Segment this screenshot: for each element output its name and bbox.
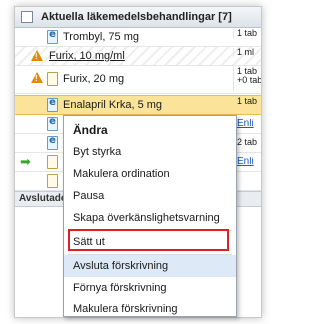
panel-title: Aktuella läkemedelsbehandlingar [7]: [41, 11, 232, 23]
medication-name: Enalapril Krka, 5 mg: [63, 99, 163, 111]
menu-item-andra[interactable]: Ändra: [64, 119, 236, 141]
context-menu: Ändra Byt styrka Makulera ordination Pau…: [63, 115, 237, 317]
medication-row-selected[interactable]: Enalapril Krka, 5 mg 1 tab: [15, 95, 261, 115]
document-icon: [47, 72, 58, 86]
document-icon: [47, 174, 58, 188]
e-prescription-icon: [47, 29, 58, 44]
medication-dose: 1 tab: [233, 97, 261, 106]
menu-item-makulera-ordination[interactable]: Makulera ordination: [64, 163, 236, 185]
menu-item-avsluta-forskrivning[interactable]: Avsluta förskrivning: [64, 255, 236, 277]
medication-name: Trombyl, 75 mg: [63, 31, 140, 43]
medication-dose: 1 ml: [233, 48, 261, 57]
menu-item-byt-styrka[interactable]: Byt styrka: [64, 141, 236, 163]
e-prescription-icon: [47, 97, 58, 112]
menu-item-pausa[interactable]: Pausa: [64, 185, 236, 207]
medication-dose: 1 tab: [233, 29, 261, 38]
warning-icon: [31, 72, 43, 83]
highlight-box: [68, 229, 229, 251]
medication-row[interactable]: Furix, 10 mg/ml 1 ml: [15, 47, 261, 66]
medication-row[interactable]: Furix, 20 mg 1 tab +0 tab: [15, 66, 261, 94]
medication-name: Furix, 20 mg: [63, 73, 125, 85]
section-label: Avslutade: [19, 193, 67, 204]
medication-dose-link[interactable]: Enli: [233, 157, 261, 166]
menu-item-makulera-forskrivning[interactable]: Makulera förskrivning: [64, 298, 236, 320]
green-arrow-icon: ➡: [20, 154, 31, 169]
medication-dose-link[interactable]: Enli: [233, 119, 261, 128]
menu-item-skapa-overkanslighetsvarning[interactable]: Skapa överkänslighetsvarning: [64, 207, 236, 229]
e-prescription-icon: [47, 135, 58, 150]
panel-header: Aktuella läkemedelsbehandlingar [7]: [15, 7, 261, 28]
medication-dose: 2 tab: [233, 138, 261, 147]
e-prescription-icon: [47, 116, 58, 131]
menu-item-fornya-forskrivning[interactable]: Förnya förskrivning: [64, 277, 236, 299]
document-icon: [47, 155, 58, 169]
warning-icon: [31, 50, 43, 61]
medication-dose: 1 tab +0 tab: [233, 67, 261, 91]
medication-row[interactable]: Trombyl, 75 mg 1 tab: [15, 28, 261, 47]
select-all-checkbox[interactable]: [21, 11, 33, 23]
medication-name: Furix, 10 mg/ml: [49, 50, 125, 62]
